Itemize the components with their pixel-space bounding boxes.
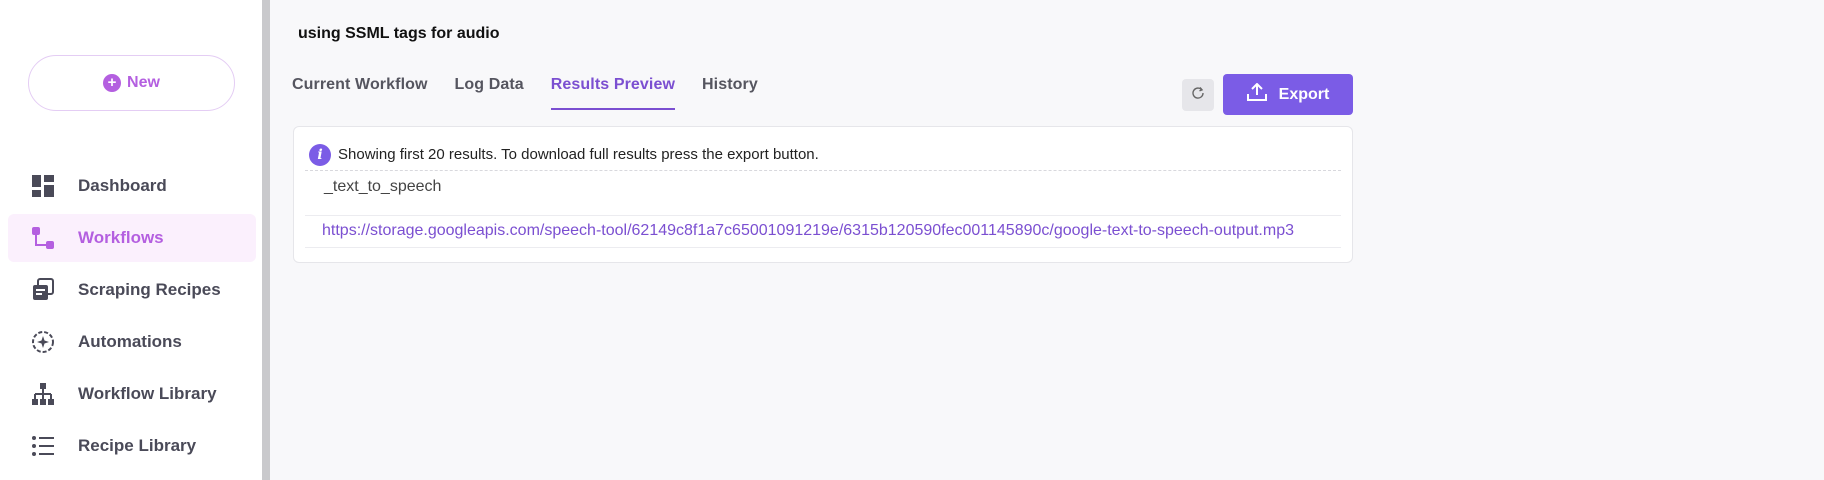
sidebar-item-label: Workflow Library xyxy=(78,384,217,403)
results-panel: i Showing first 20 results. To download … xyxy=(293,126,1353,263)
sidebar-item-label: Automations xyxy=(78,332,182,351)
sidebar-item-label: Recipe Library xyxy=(78,436,197,455)
export-button-label: Export xyxy=(1278,85,1330,103)
dashboard-icon xyxy=(30,173,56,199)
workflow-library-icon xyxy=(30,381,56,407)
workflow-icon xyxy=(30,225,56,251)
upload-icon xyxy=(1246,82,1279,106)
new-button-label: New xyxy=(127,74,160,91)
sidebar-nav: Dashboard Workflows Scraping Recipes Aut… xyxy=(8,162,256,474)
results-info-banner: i Showing first 20 results. To download … xyxy=(305,139,1341,171)
workflow-title: using SSML tags for audio xyxy=(298,25,500,42)
export-button[interactable]: Export xyxy=(1223,74,1353,115)
tab-bar: Current Workflow Log Data Results Previe… xyxy=(292,76,785,110)
recipe-library-icon xyxy=(30,433,56,459)
plus-icon: + xyxy=(103,74,122,92)
sidebar-item-workflows[interactable]: Workflows xyxy=(8,214,256,262)
sidebar-item-label: Scraping Recipes xyxy=(78,280,221,299)
info-icon: i xyxy=(309,143,331,166)
result-link[interactable]: https://storage.googleapis.com/speech-to… xyxy=(322,222,1340,240)
results-info-text: Showing first 20 results. To download fu… xyxy=(338,146,819,163)
tab-log-data[interactable]: Log Data xyxy=(455,76,524,110)
sidebar: + New Dashboard Workflows Scraping Recip… xyxy=(0,0,262,480)
sidebar-item-dashboard[interactable]: Dashboard xyxy=(8,162,256,210)
new-button[interactable]: + New xyxy=(28,55,235,111)
tab-current-workflow[interactable]: Current Workflow xyxy=(292,76,428,110)
refresh-icon xyxy=(1190,85,1206,106)
tab-results-preview[interactable]: Results Preview xyxy=(550,76,676,110)
scraping-recipes-icon xyxy=(30,277,56,303)
sidebar-item-recipe-library[interactable]: Recipe Library xyxy=(8,422,256,470)
column-header: _text_to_speech xyxy=(324,178,442,195)
sidebar-item-automations[interactable]: Automations xyxy=(8,318,256,366)
sidebar-resize-handle[interactable] xyxy=(262,0,270,480)
tab-history[interactable]: History xyxy=(702,76,758,110)
divider xyxy=(305,247,1341,248)
sidebar-item-label: Workflows xyxy=(78,228,164,247)
divider xyxy=(305,215,1341,216)
sidebar-item-workflow-library[interactable]: Workflow Library xyxy=(8,370,256,418)
main-content: using SSML tags for audio Current Workfl… xyxy=(270,0,1824,480)
sidebar-item-label: Dashboard xyxy=(78,176,167,195)
sidebar-item-scraping-recipes[interactable]: Scraping Recipes xyxy=(8,266,256,314)
automations-icon xyxy=(30,329,56,355)
refresh-button[interactable] xyxy=(1182,79,1214,111)
